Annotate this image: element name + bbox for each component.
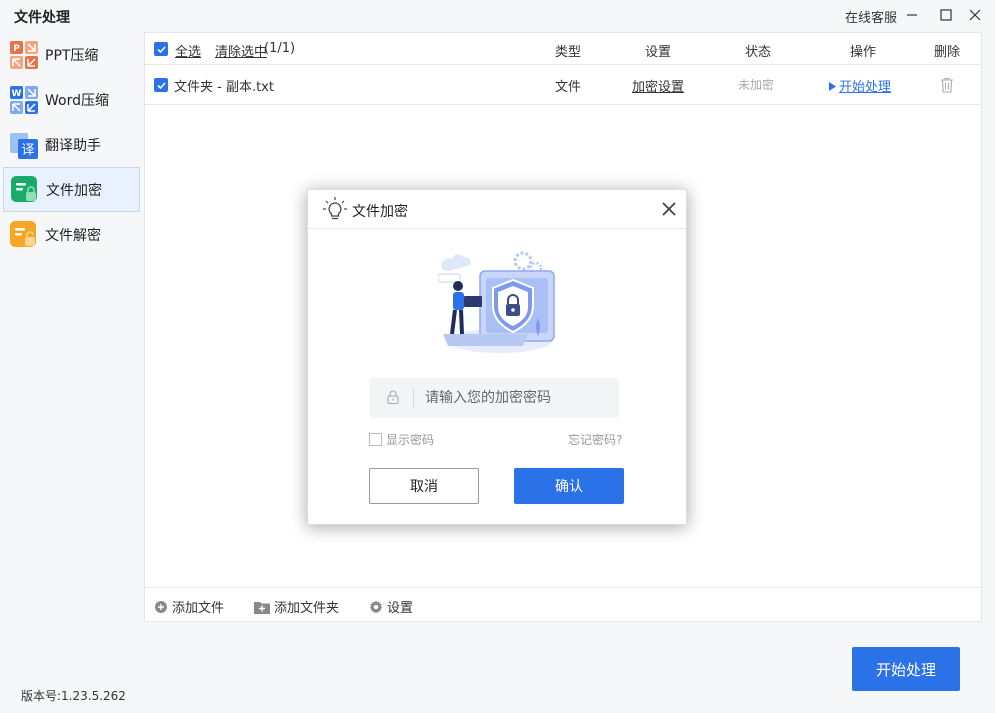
dialog-title: 文件加密 bbox=[352, 204, 408, 220]
close-icon[interactable] bbox=[662, 202, 676, 216]
show-password-option[interactable]: 显示密码 bbox=[369, 431, 434, 448]
lightbulb-icon bbox=[322, 196, 348, 222]
encrypt-dialog: 文件加密 显示密码 忘记密码? 取消 确认 bbox=[307, 189, 687, 525]
show-password-checkbox[interactable] bbox=[369, 433, 382, 446]
confirm-button[interactable]: 确认 bbox=[514, 468, 624, 504]
cancel-button[interactable]: 取消 bbox=[369, 468, 479, 504]
lock-icon bbox=[387, 390, 399, 405]
dialog-header: 文件加密 bbox=[308, 190, 686, 229]
security-illustration bbox=[437, 246, 558, 366]
show-password-label: 显示密码 bbox=[386, 433, 435, 447]
password-input[interactable] bbox=[425, 378, 613, 418]
password-field-divider bbox=[413, 388, 414, 408]
forgot-password-link[interactable]: 忘记密码? bbox=[568, 431, 622, 448]
password-field[interactable] bbox=[369, 378, 619, 418]
